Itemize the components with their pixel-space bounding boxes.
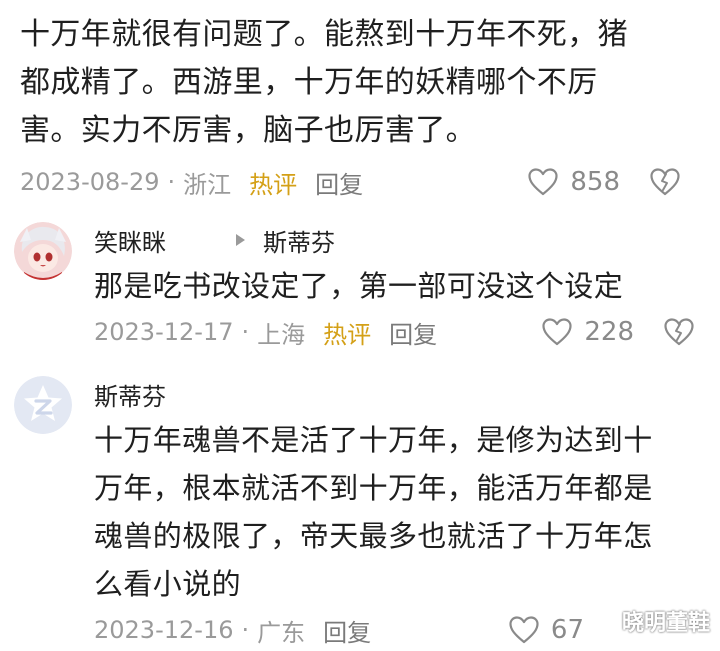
- reply-button[interactable]: 回复: [389, 315, 437, 350]
- username[interactable]: 笑眯眯: [94, 223, 166, 258]
- separator-dot: ·: [241, 616, 250, 644]
- reply-header: 笑眯眯 斯蒂芬: [94, 222, 694, 258]
- reply-meta: 2023-12-17 · 上海 热评 回复 228: [94, 314, 694, 350]
- comment-location: 广东: [257, 618, 306, 647]
- reply-text: 十万年魂兽不是活了十万年，是修为达到十 万年，根本就活不到十万年，能活万年都是 …: [94, 416, 694, 608]
- reply-text: 那是吃书改设定了，第一部可没这个设定: [94, 262, 694, 310]
- like-count: 228: [584, 317, 634, 347]
- avatar[interactable]: [14, 222, 72, 280]
- reply-content: 笑眯眯 斯蒂芬 那是吃书改设定了，第一部可没这个设定 2023-12-17 · …: [94, 222, 694, 350]
- comment-line: 都成精了。西游里，十万年的妖精哪个不厉: [20, 65, 598, 100]
- heart-outline-icon: [509, 616, 539, 644]
- hot-comment-badge: 热评: [323, 320, 372, 349]
- comment-location: 浙江: [183, 170, 232, 199]
- comment-thread: 十万年就很有问题了。能熬到十万年不死，猪 都成精了。西游里，十万年的妖精哪个不厉…: [0, 0, 720, 651]
- reply-line: 万年，根本就活不到十万年，能活万年都是: [94, 471, 653, 505]
- reply-line: 魂兽的极限了，帝天最多也就活了十万年怎: [94, 519, 653, 553]
- reply-line: 么看小说的: [94, 567, 242, 601]
- main-comment-text: 十万年就很有问题了。能熬到十万年不死，猪 都成精了。西游里，十万年的妖精哪个不厉…: [20, 11, 660, 155]
- broken-heart-icon[interactable]: [650, 168, 680, 196]
- like-count: 858: [570, 167, 620, 197]
- separator-dot: ·: [241, 318, 250, 346]
- reply-button[interactable]: 回复: [315, 165, 363, 200]
- reply-item: 笑眯眯 斯蒂芬 那是吃书改设定了，第一部可没这个设定 2023-12-17 · …: [14, 222, 704, 362]
- like-count: 67: [550, 615, 584, 645]
- reply-header: 斯蒂芬: [94, 376, 694, 412]
- hot-comment-badge: 热评: [249, 170, 298, 199]
- reply-line: 十万年魂兽不是活了十万年，是修为达到十: [94, 423, 653, 457]
- avatar[interactable]: [14, 376, 72, 434]
- like-button[interactable]: 228: [542, 317, 634, 347]
- like-button[interactable]: 67: [509, 615, 584, 645]
- heart-outline-icon: [528, 168, 558, 196]
- reply-to-username[interactable]: 斯蒂芬: [263, 223, 335, 258]
- heart-outline-icon: [542, 318, 572, 346]
- reply-meta: 2023-12-16 · 广东 回复 67: [94, 612, 694, 648]
- like-button[interactable]: 858: [528, 167, 620, 197]
- separator-dot: ·: [167, 168, 176, 196]
- comment-date: 2023-08-29: [20, 168, 160, 196]
- reply-button[interactable]: 回复: [323, 613, 371, 648]
- comment-date: 2023-12-16: [94, 616, 234, 644]
- main-comment-meta: 2023-08-29 · 浙江 热评 回复 858: [20, 164, 680, 200]
- reply-content: 斯蒂芬 十万年魂兽不是活了十万年，是修为达到十 万年，根本就活不到十万年，能活万…: [94, 376, 694, 648]
- reply-item: 斯蒂芬 十万年魂兽不是活了十万年，是修为达到十 万年，根本就活不到十万年，能活万…: [14, 376, 704, 648]
- comment-line: 十万年就很有问题了。能熬到十万年不死，猪: [20, 17, 628, 52]
- reply-line: 那是吃书改设定了，第一部可没这个设定: [94, 269, 624, 303]
- broken-heart-icon[interactable]: [664, 318, 694, 346]
- watermark: 晓明董鞋: [621, 611, 710, 636]
- comment-line: 害。实力不厉害，脑子也厉害了。: [20, 113, 476, 148]
- username[interactable]: 斯蒂芬: [94, 377, 166, 412]
- comment-location: 上海: [257, 320, 306, 349]
- triangle-right-icon: [236, 234, 245, 246]
- comment-date: 2023-12-17: [94, 318, 234, 346]
